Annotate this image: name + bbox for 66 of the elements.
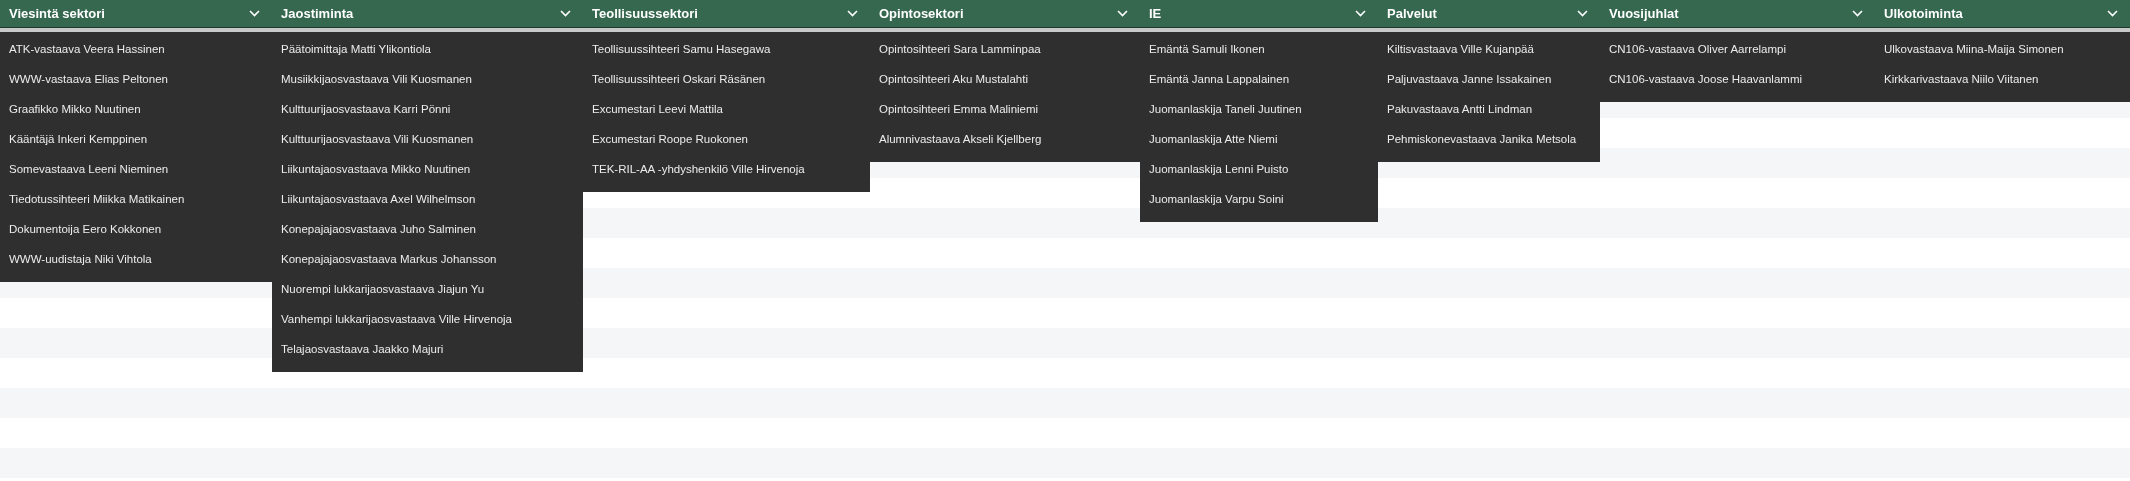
menu-item[interactable]: Emäntä Samuli Ikonen: [1140, 34, 1378, 64]
menu-item[interactable]: Juomanlaskija Varpu Soini: [1140, 184, 1378, 214]
menu-header[interactable]: Jaostiminta: [272, 0, 583, 27]
menu-item[interactable]: Opintosihteeri Emma Maliniemi: [870, 94, 1140, 124]
menu-item[interactable]: Teollisuussihteeri Oskari Räsänen: [583, 64, 870, 94]
menu-item[interactable]: Pehmiskonevastaava Janika Metsola: [1378, 124, 1600, 154]
menu-item[interactable]: Vanhempi lukkarijaosvastaava Ville Hirvenoja: [272, 304, 583, 334]
menu-item[interactable]: Konepajajaosvastaava Juho Salminen: [272, 214, 583, 244]
menu-item[interactable]: TEK-RIL-AA -yhdyshenkilö Ville Hirvenoja: [583, 154, 870, 184]
menu-item[interactable]: Teollisuussihteeri Samu Hasegawa: [583, 34, 870, 64]
menu-title: Viesintä sektori: [9, 6, 105, 21]
menu-item[interactable]: Kulttuurijaosvastaava Karri Pönni: [272, 94, 583, 124]
menu-header[interactable]: IE: [1140, 0, 1378, 27]
menu-header[interactable]: Teollisuussektori: [583, 0, 870, 27]
chevron-down-icon: [1852, 10, 1863, 17]
menu-item[interactable]: Somevastaava Leeni Nieminen: [0, 154, 272, 184]
menu-item[interactable]: Opintosihteeri Sara Lamminpaa: [870, 34, 1140, 64]
menu-item[interactable]: ATK-vastaava Veera Hassinen: [0, 34, 272, 64]
menu-item[interactable]: CN106-vastaava Joose Haavanlammi: [1600, 64, 1875, 94]
menu-title: Opintosektori: [879, 6, 964, 21]
menu-item[interactable]: Pakuvastaava Antti Lindman: [1378, 94, 1600, 124]
menu-item[interactable]: Telajaosvastaava Jaakko Majuri: [272, 334, 583, 364]
menu-header[interactable]: Ulkotoiminta: [1875, 0, 2130, 27]
menu-item[interactable]: Kulttuurijaosvastaava Vili Kuosmanen: [272, 124, 583, 154]
menu-item[interactable]: Liikuntajaosvastaava Axel Wilhelmson: [272, 184, 583, 214]
menu-item[interactable]: WWW-vastaava Elias Peltonen: [0, 64, 272, 94]
menu-title: Vuosijuhlat: [1609, 6, 1679, 21]
menu-item[interactable]: Dokumentoija Eero Kokkonen: [0, 214, 272, 244]
menu-item[interactable]: WWW-uudistaja Niki Vihtola: [0, 244, 272, 274]
menu-title: Teollisuussektori: [592, 6, 698, 21]
chevron-down-icon: [249, 10, 260, 17]
menu-item[interactable]: Juomanlaskija Atte Niemi: [1140, 124, 1378, 154]
menu-item[interactable]: Emäntä Janna Lappalainen: [1140, 64, 1378, 94]
menu-header[interactable]: Opintosektori: [870, 0, 1140, 27]
chevron-down-icon: [560, 10, 571, 17]
chevron-down-icon: [1355, 10, 1366, 17]
menu-item[interactable]: Kääntäjä Inkeri Kemppinen: [0, 124, 272, 154]
menu-item[interactable]: Nuorempi lukkarijaosvastaava Jiajun Yu: [272, 274, 583, 304]
menu-item[interactable]: Liikuntajaosvastaava Mikko Nuutinen: [272, 154, 583, 184]
menu-header[interactable]: Palvelut: [1378, 0, 1600, 27]
menu-item[interactable]: Juomanlaskija Lenni Puisto: [1140, 154, 1378, 184]
menu-header[interactable]: Viesintä sektori: [0, 0, 272, 27]
menu-item[interactable]: Päätoimittaja Matti Ylikontiola: [272, 34, 583, 64]
menu-header[interactable]: Vuosijuhlat: [1600, 0, 1875, 27]
menu-item[interactable]: Paljuvastaava Janne Issakainen: [1378, 64, 1600, 94]
menu-item[interactable]: Graafikko Mikko Nuutinen: [0, 94, 272, 124]
menu-item[interactable]: Tiedotussihteeri Miikka Matikainen: [0, 184, 272, 214]
chevron-down-icon: [1117, 10, 1128, 17]
menu-item[interactable]: Excumestari Leevi Mattila: [583, 94, 870, 124]
menu-item[interactable]: Kiltisvastaava Ville Kujanpää: [1378, 34, 1600, 64]
menu-title: Jaostiminta: [281, 6, 354, 21]
chevron-down-icon: [847, 10, 858, 17]
chevron-down-icon: [1577, 10, 1588, 17]
menu-item[interactable]: Juomanlaskija Taneli Juutinen: [1140, 94, 1378, 124]
menu-item[interactable]: Alumnivastaava Akseli Kjellberg: [870, 124, 1140, 154]
menu-item[interactable]: Kirkkarivastaava Niilo Viitanen: [1875, 64, 2130, 94]
chevron-down-icon: [2107, 10, 2118, 17]
menu-item[interactable]: Excumestari Roope Ruokonen: [583, 124, 870, 154]
menu-item[interactable]: Konepajajaosvastaava Markus Johansson: [272, 244, 583, 274]
menu-item[interactable]: Ulkovastaava Miina-Maija Simonen: [1875, 34, 2130, 64]
menu-item[interactable]: Musiikkijaosvastaava Vili Kuosmanen: [272, 64, 583, 94]
menu-item[interactable]: Opintosihteeri Aku Mustalahti: [870, 64, 1140, 94]
menu-title: Palvelut: [1387, 6, 1437, 21]
menu-title: Ulkotoiminta: [1884, 6, 1963, 21]
menu-title: IE: [1149, 6, 1162, 21]
menu-item[interactable]: CN106-vastaava Oliver Aarrelampi: [1600, 34, 1875, 64]
